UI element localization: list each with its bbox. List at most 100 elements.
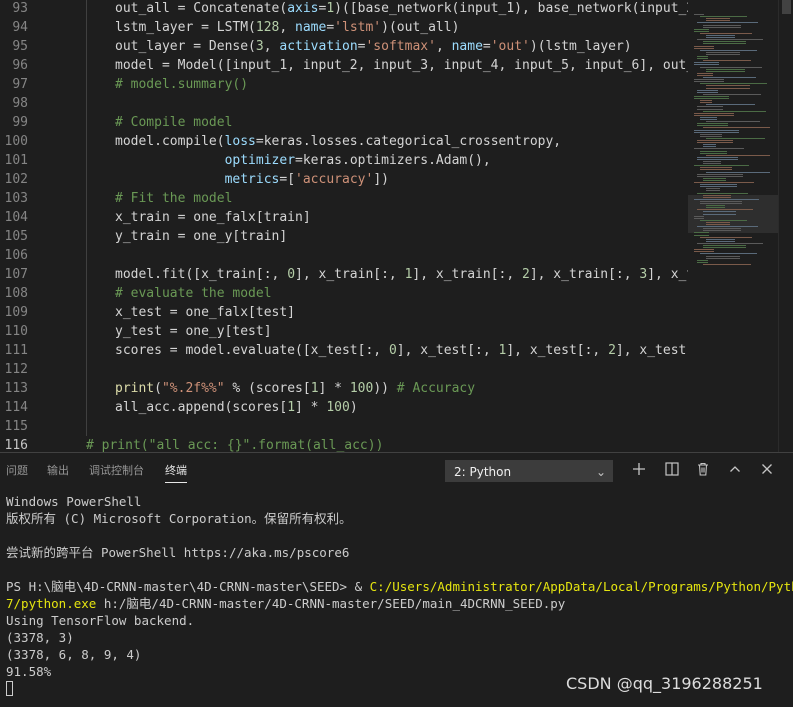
terminal-text: Windows PowerShell [6,494,142,509]
code-line[interactable]: 104 x_train = one_falx[train] [0,208,688,227]
tab-terminal[interactable]: 终端 [165,462,187,483]
editor-scrollbar-thumb[interactable] [782,0,791,14]
code-token: 100 [326,400,350,415]
line-number: 114 [4,400,28,415]
minimap-line [700,169,732,171]
minimap-line [703,245,746,246]
code-token: ], x_train[:, [529,267,640,282]
minimap-line [706,205,725,207]
code-line[interactable]: 100 model.compile(loss=keras.losses.categ… [0,132,688,151]
plus-icon[interactable] [630,462,648,480]
code-token: optimizer [224,153,296,168]
minimap-line [703,43,746,45]
code-token: ], x_test[:, [506,343,609,358]
code-token: = [482,39,491,54]
code-token: ], x_tr [647,267,688,282]
indent-guide [86,360,87,379]
code-token: , [435,39,452,54]
code-line[interactable]: 103 # Fit the model [0,189,688,208]
close-icon[interactable] [758,462,776,480]
code-line[interactable]: 114 all_acc.append(scores[1] * 100) [0,398,688,417]
chevron-up-icon[interactable] [726,462,744,480]
code-line[interactable]: 110 y_test = one_y[test] [0,322,688,341]
terminal-text: 尝试新的跨平台 PowerShell https://aka.ms/pscore… [6,545,350,560]
code-line[interactable]: 108 # evaluate the model [0,284,688,303]
code-line[interactable]: 107 model.fit([x_train[:, 0], x_train[:, … [0,265,688,284]
code-token: name [451,39,483,54]
code-line[interactable]: 93 out_all = Concatenate(axis=1)([base_ne… [0,0,688,18]
minimap-line [697,58,708,60]
terminal-line: Using TensorFlow backend. [6,612,194,629]
code-editor[interactable]: 93 out_all = Concatenate(axis=1)([base_ne… [0,0,793,452]
tab-debug-console[interactable]: 调试控制台 [89,462,144,482]
code-token: 'accuracy' [295,172,374,187]
terminal-selector[interactable]: 2: Python ⌄ [445,460,613,482]
code-line[interactable]: 98 [0,94,688,113]
code-line[interactable]: 115 [0,417,688,436]
minimap-line [694,217,704,219]
minimap-line [706,85,750,87]
code-line[interactable]: 105 y_train = one_y[train] [0,227,688,246]
indent-guide [86,75,87,94]
terminal-line: (3378, 3) [6,629,74,646]
code-token: # print("all acc: {}".format(all_acc)) [86,438,384,452]
code-lines[interactable]: 93 out_all = Concatenate(axis=1)([base_ne… [0,0,688,452]
tab-output[interactable]: 输出 [47,462,69,482]
minimap-line [697,125,728,127]
code-text: y_test = one_y[test] [115,322,272,341]
code-line[interactable]: 112 [0,360,688,379]
minimap[interactable] [688,0,778,452]
minimap-line [700,119,717,120]
minimap-line [700,66,762,68]
minimap-line [697,22,758,24]
minimap-line [706,104,755,106]
minimap-line [697,175,743,177]
code-line[interactable]: 116 # print("all acc: {}".format(all_acc)… [0,436,688,452]
minimap-line [706,137,765,139]
minimap-line [697,209,753,211]
minimap-line [700,133,722,135]
code-line[interactable]: 113 print("%.2f%%" % (scores[1] * 100)) #… [0,379,688,398]
minimap-line [703,60,751,62]
code-line[interactable]: 106 [0,246,688,265]
terminal-line: PS H:\脑电\4D-CRNN-master\4D-CRNN-master\S… [6,578,793,595]
minimap-line [694,148,744,150]
code-line[interactable]: 96 model = Model([input_1, input_2, input… [0,56,688,75]
code-line[interactable]: 97 # model.summary() [0,75,688,94]
code-token: , [263,39,280,54]
indent-guide [86,151,87,170]
code-token: ], x_test[:, [396,343,499,358]
split-icon[interactable] [663,462,681,480]
minimap-line [694,62,719,64]
code-line[interactable]: 94 lstm_layer = LSTM(128, name='lstm')(ou… [0,18,688,37]
code-token: )) [373,381,397,396]
terminal-line: Windows PowerShell [6,493,141,510]
terminal-line: 版权所有 (C) Microsoft Corporation。保留所有权利。 [6,510,352,527]
terminal-text: h:/脑电/4D-CRNN-master/4D-CRNN-master/SEED… [96,596,566,611]
minimap-line [703,26,741,28]
editor-scrollbar[interactable] [778,0,793,452]
code-line[interactable]: 109 x_test = one_falx[test] [0,303,688,322]
trash-icon[interactable] [694,462,712,480]
code-text: optimizer=keras.optimizers.Adam(), [115,151,491,170]
tab-problems[interactable]: 问题 [6,462,28,482]
code-text: x_train = one_falx[train] [115,208,311,227]
minimap-line [694,114,734,116]
code-line[interactable]: 102 metrics=['accuracy']) [0,170,688,189]
minimap-line [703,163,721,165]
code-token: 128 [255,20,280,35]
code-line[interactable]: 101 optimizer=keras.optimizers.Adam(), [0,151,688,170]
code-line[interactable]: 95 out_layer = Dense(3, activation = 'softm… [0,37,688,56]
code-line[interactable]: 99 # Compile model [0,113,688,132]
minimap-line [694,215,704,217]
indent-guide [86,284,87,303]
code-line[interactable]: 111 scores = model.evaluate([x_test[:, 0]… [0,341,688,360]
minimap-line [697,261,708,263]
code-token: metrics [224,172,280,187]
code-token: = [326,20,335,35]
minimap-line [703,146,716,148]
minimap-line [694,98,729,99]
minimap-line [697,74,713,76]
minimap-line [694,182,754,183]
